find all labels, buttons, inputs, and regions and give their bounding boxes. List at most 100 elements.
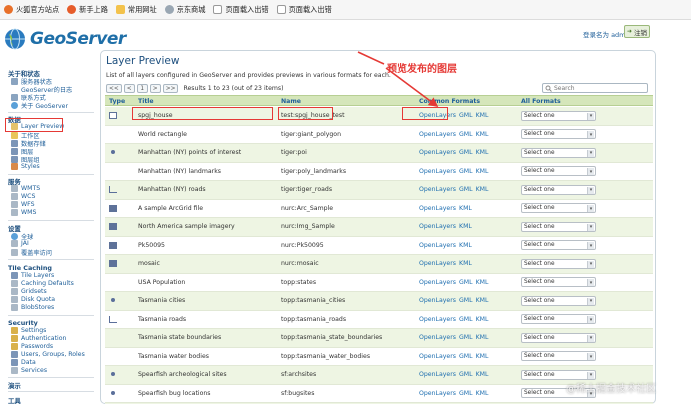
all-formats-select[interactable]: Select one ▾	[521, 314, 596, 324]
sidebar-item-security-services[interactable]: Services	[11, 367, 47, 374]
format-link-openlayers[interactable]: OpenLayers	[419, 242, 456, 249]
sidebar-item-security-settings[interactable]: Settings	[11, 327, 46, 334]
sidebar-item-security-data[interactable]: Data	[11, 359, 36, 366]
format-link-gml[interactable]: GML	[459, 131, 473, 138]
prev-page-button[interactable]: <	[123, 84, 135, 93]
all-formats-select[interactable]: Select one ▾	[521, 147, 596, 158]
format-link-openlayers[interactable]: OpenLayers	[419, 371, 456, 378]
all-formats-select[interactable]: Select one ▾	[521, 203, 596, 213]
table-row: Pk50095 nurc:Pk50095 OpenLayers KML Select o…	[105, 237, 653, 255]
sidebar-item-users-groups-roles[interactable]: Users, Groups, Roles	[11, 351, 85, 358]
all-formats-select[interactable]: Select one ▾	[521, 332, 596, 343]
sidebar-item-wfs[interactable]: WFS	[11, 201, 35, 208]
format-link-kml[interactable]: KML	[476, 390, 489, 397]
format-link-gml[interactable]: GML	[459, 186, 473, 193]
format-link-openlayers[interactable]: OpenLayers	[419, 316, 456, 323]
format-link-openlayers[interactable]: OpenLayers	[419, 186, 456, 193]
all-formats-select[interactable]: Select one ▾	[521, 295, 596, 306]
bookmark-common-sites[interactable]: 常用网址	[115, 5, 157, 15]
sidebar-section-demos[interactable]: 演示	[8, 381, 21, 390]
bookmark-firefox-site[interactable]: 火狐官方站点	[4, 5, 59, 15]
format-link-openlayers[interactable]: OpenLayers	[419, 149, 456, 156]
select-value: Select one	[524, 149, 555, 156]
format-link-kml[interactable]: KML	[476, 186, 489, 193]
column-title[interactable]: Title	[138, 98, 154, 105]
first-page-button[interactable]: <<	[106, 84, 122, 93]
format-link-gml[interactable]: GML	[459, 149, 473, 156]
all-formats-select[interactable]: Select one ▾	[521, 184, 596, 195]
sidebar-item-wms[interactable]: WMS	[11, 209, 36, 216]
sidebar-item-authentication[interactable]: Authentication	[11, 335, 66, 342]
format-link-kml[interactable]: KML	[476, 334, 489, 341]
bookmark-load-error-1[interactable]: 页面载入出错	[213, 5, 269, 15]
bookmark-jd-mall[interactable]: 京东商城	[164, 5, 205, 15]
all-formats-select[interactable]: Select one ▾	[521, 351, 596, 361]
format-link-openlayers[interactable]: OpenLayers	[419, 297, 456, 304]
format-link-kml[interactable]: KML	[476, 279, 489, 286]
format-link-kml[interactable]: KML	[476, 297, 489, 304]
sidebar-item-gridsets[interactable]: Gridsets	[11, 288, 47, 295]
format-link-kml[interactable]: KML	[476, 149, 489, 156]
format-link-openlayers[interactable]: OpenLayers	[419, 390, 456, 397]
format-link-openlayers[interactable]: OpenLayers	[419, 131, 456, 138]
bookmark-getting-started[interactable]: 新手上路	[67, 5, 108, 15]
format-link-openlayers[interactable]: OpenLayers	[419, 279, 456, 286]
sidebar-item-tile-layers[interactable]: Tile Layers	[11, 272, 54, 279]
all-formats-select[interactable]: Select one ▾	[521, 258, 596, 269]
sidebar-item-about-geoserver[interactable]: 关于 GeoServer	[11, 101, 68, 110]
all-formats-select[interactable]: Select one ▾	[521, 166, 596, 176]
format-link-openlayers[interactable]: OpenLayers	[419, 353, 456, 360]
all-formats-select[interactable]: Select one ▾	[521, 277, 596, 287]
format-link-gml[interactable]: GML	[459, 112, 473, 119]
chevron-down-icon: ▾	[587, 297, 594, 305]
sidebar-item-jai[interactable]: JAI	[11, 240, 29, 247]
all-formats-select[interactable]: Select one ▾	[521, 240, 596, 250]
sidebar-item-blobstores[interactable]: BlobStores	[11, 304, 54, 311]
format-link-gml[interactable]: GML	[459, 371, 473, 378]
format-link-kml[interactable]: KML	[476, 353, 489, 360]
sidebar-item-styles[interactable]: Styles	[11, 163, 40, 170]
page-1-button[interactable]: 1	[136, 84, 148, 93]
search-input[interactable]	[554, 84, 644, 92]
format-link-gml[interactable]: GML	[459, 390, 473, 397]
format-link-openlayers[interactable]: OpenLayers	[419, 168, 456, 175]
sidebar-item-coverage-access[interactable]: 覆盖率访问	[11, 248, 52, 257]
bookmark-load-error-2[interactable]: 页面载入出错	[276, 5, 332, 15]
format-link-gml[interactable]: GML	[459, 316, 473, 323]
format-link-kml[interactable]: KML	[459, 242, 472, 249]
format-link-kml[interactable]: KML	[476, 131, 489, 138]
format-link-kml[interactable]: KML	[459, 223, 472, 230]
logout-button[interactable]: ➜ 注销	[624, 25, 650, 38]
format-link-kml[interactable]: KML	[476, 316, 489, 323]
sidebar-item-wcs[interactable]: WCS	[11, 193, 35, 200]
sidebar-section-tools[interactable]: 工具	[8, 396, 21, 404]
format-link-kml[interactable]: KML	[459, 260, 472, 267]
format-link-openlayers[interactable]: OpenLayers	[419, 223, 456, 230]
all-formats-select[interactable]: Select one ▾	[521, 129, 596, 139]
format-link-openlayers[interactable]: OpenLayers	[419, 205, 456, 212]
sidebar-item-passwords[interactable]: Passwords	[11, 343, 53, 350]
layer-title: Spearfish bug locations	[138, 389, 211, 397]
format-link-openlayers[interactable]: OpenLayers	[419, 260, 456, 267]
all-formats-select[interactable]: Select one ▾	[521, 369, 596, 380]
format-link-gml[interactable]: GML	[459, 168, 473, 175]
format-link-kml[interactable]: KML	[459, 205, 472, 212]
format-link-kml[interactable]: KML	[476, 168, 489, 175]
all-formats-select[interactable]: Select one ▾	[521, 110, 596, 121]
column-type[interactable]: Type	[109, 98, 125, 105]
format-link-gml[interactable]: GML	[459, 297, 473, 304]
next-page-button[interactable]: >	[149, 84, 161, 93]
format-link-openlayers[interactable]: OpenLayers	[419, 334, 456, 341]
format-link-gml[interactable]: GML	[459, 334, 473, 341]
last-page-button[interactable]: >>	[162, 84, 179, 93]
sidebar-item-caching-defaults[interactable]: Caching Defaults	[11, 280, 74, 287]
column-name[interactable]: Name	[281, 98, 301, 105]
sidebar-item-disk-quota[interactable]: Disk Quota	[11, 296, 55, 303]
format-link-kml[interactable]: KML	[476, 112, 489, 119]
geoserver-logo[interactable]: GeoServer	[4, 28, 126, 50]
all-formats-select[interactable]: Select one ▾	[521, 221, 596, 232]
format-link-gml[interactable]: GML	[459, 279, 473, 286]
format-link-kml[interactable]: KML	[476, 371, 489, 378]
sidebar-item-wmts[interactable]: WMTS	[11, 185, 40, 192]
format-link-gml[interactable]: GML	[459, 353, 473, 360]
